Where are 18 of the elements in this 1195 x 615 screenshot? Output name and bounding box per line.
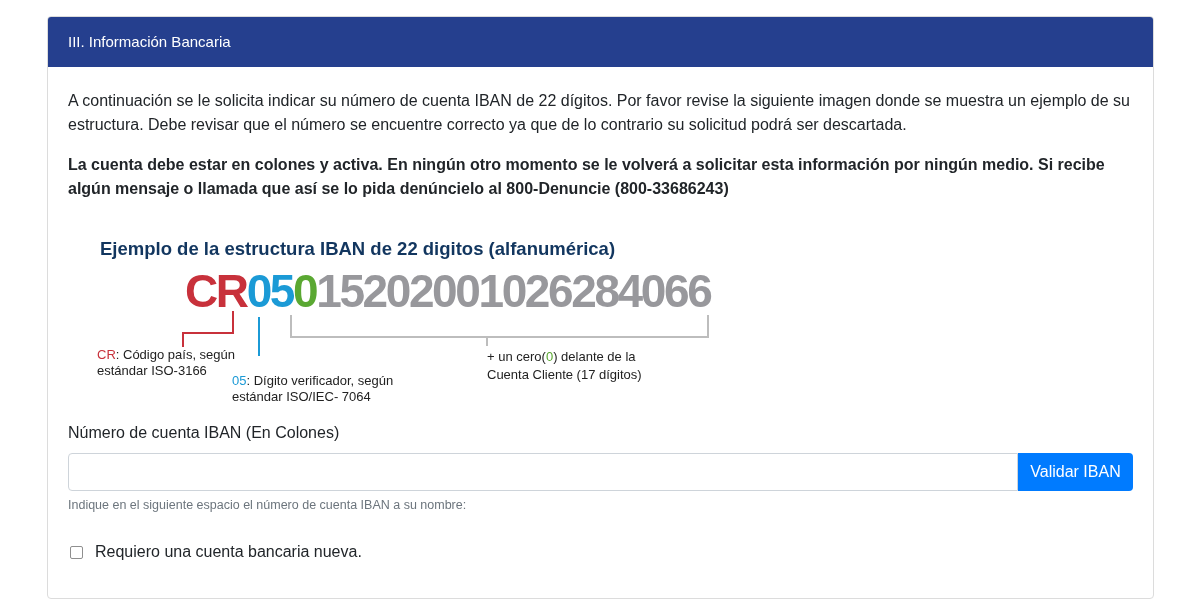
iban-digits: 15202001026284066 — [316, 268, 711, 314]
notice-paragraph: La cuenta debe estar en colones y activa. En ningún otro momento se le volverá a solicitar esta información por ningún medio. Si recibe algún mensaje o llamada que así se lo pida denúncielo al 800-Denuncie (800-33686243) — [68, 155, 1106, 199]
panel-title: III. Información Bancaria — [68, 31, 231, 52]
annotation-text: 05: Dígito verificador, según estándar ISO/IEC- 7064 — [232, 373, 395, 405]
iban-input[interactable] — [68, 453, 1018, 491]
checkbox[interactable] — [70, 545, 83, 559]
checkbox-label[interactable]: Requiero una cuenta bancaria nueva. — [95, 540, 362, 564]
annotation-text: + un cero(0) delante de la Cuenta Cliente (17 dígitos) — [487, 348, 643, 384]
iban-digits: 0 — [293, 268, 317, 314]
validate-button[interactable]: Validar IBAN — [1018, 453, 1133, 491]
diagram-title: Ejemplo de la estructura IBAN de 22 digitos (alfanumérica) — [100, 238, 616, 260]
help-text: Indique en el siguiente espacio el número de cuenta IBAN a su nombre: — [68, 497, 468, 514]
intro-paragraph: A continuación se le solicita indicar su número de cuenta IBAN de 22 dígitos. Por favor revise la siguiente imagen donde se muestra un ejemplo de su estructura. Debe revisar que el número se encuentre correcto ya que de lo contrario su solicitud podrá ser descartada. — [68, 91, 1131, 135]
iban-digits: 05 — [246, 268, 293, 314]
connector-line — [258, 316, 260, 357]
connector-line — [182, 310, 234, 348]
field-label: Número de cuenta IBAN (En Colones) — [68, 423, 341, 443]
iban-digits: CR — [185, 268, 247, 314]
